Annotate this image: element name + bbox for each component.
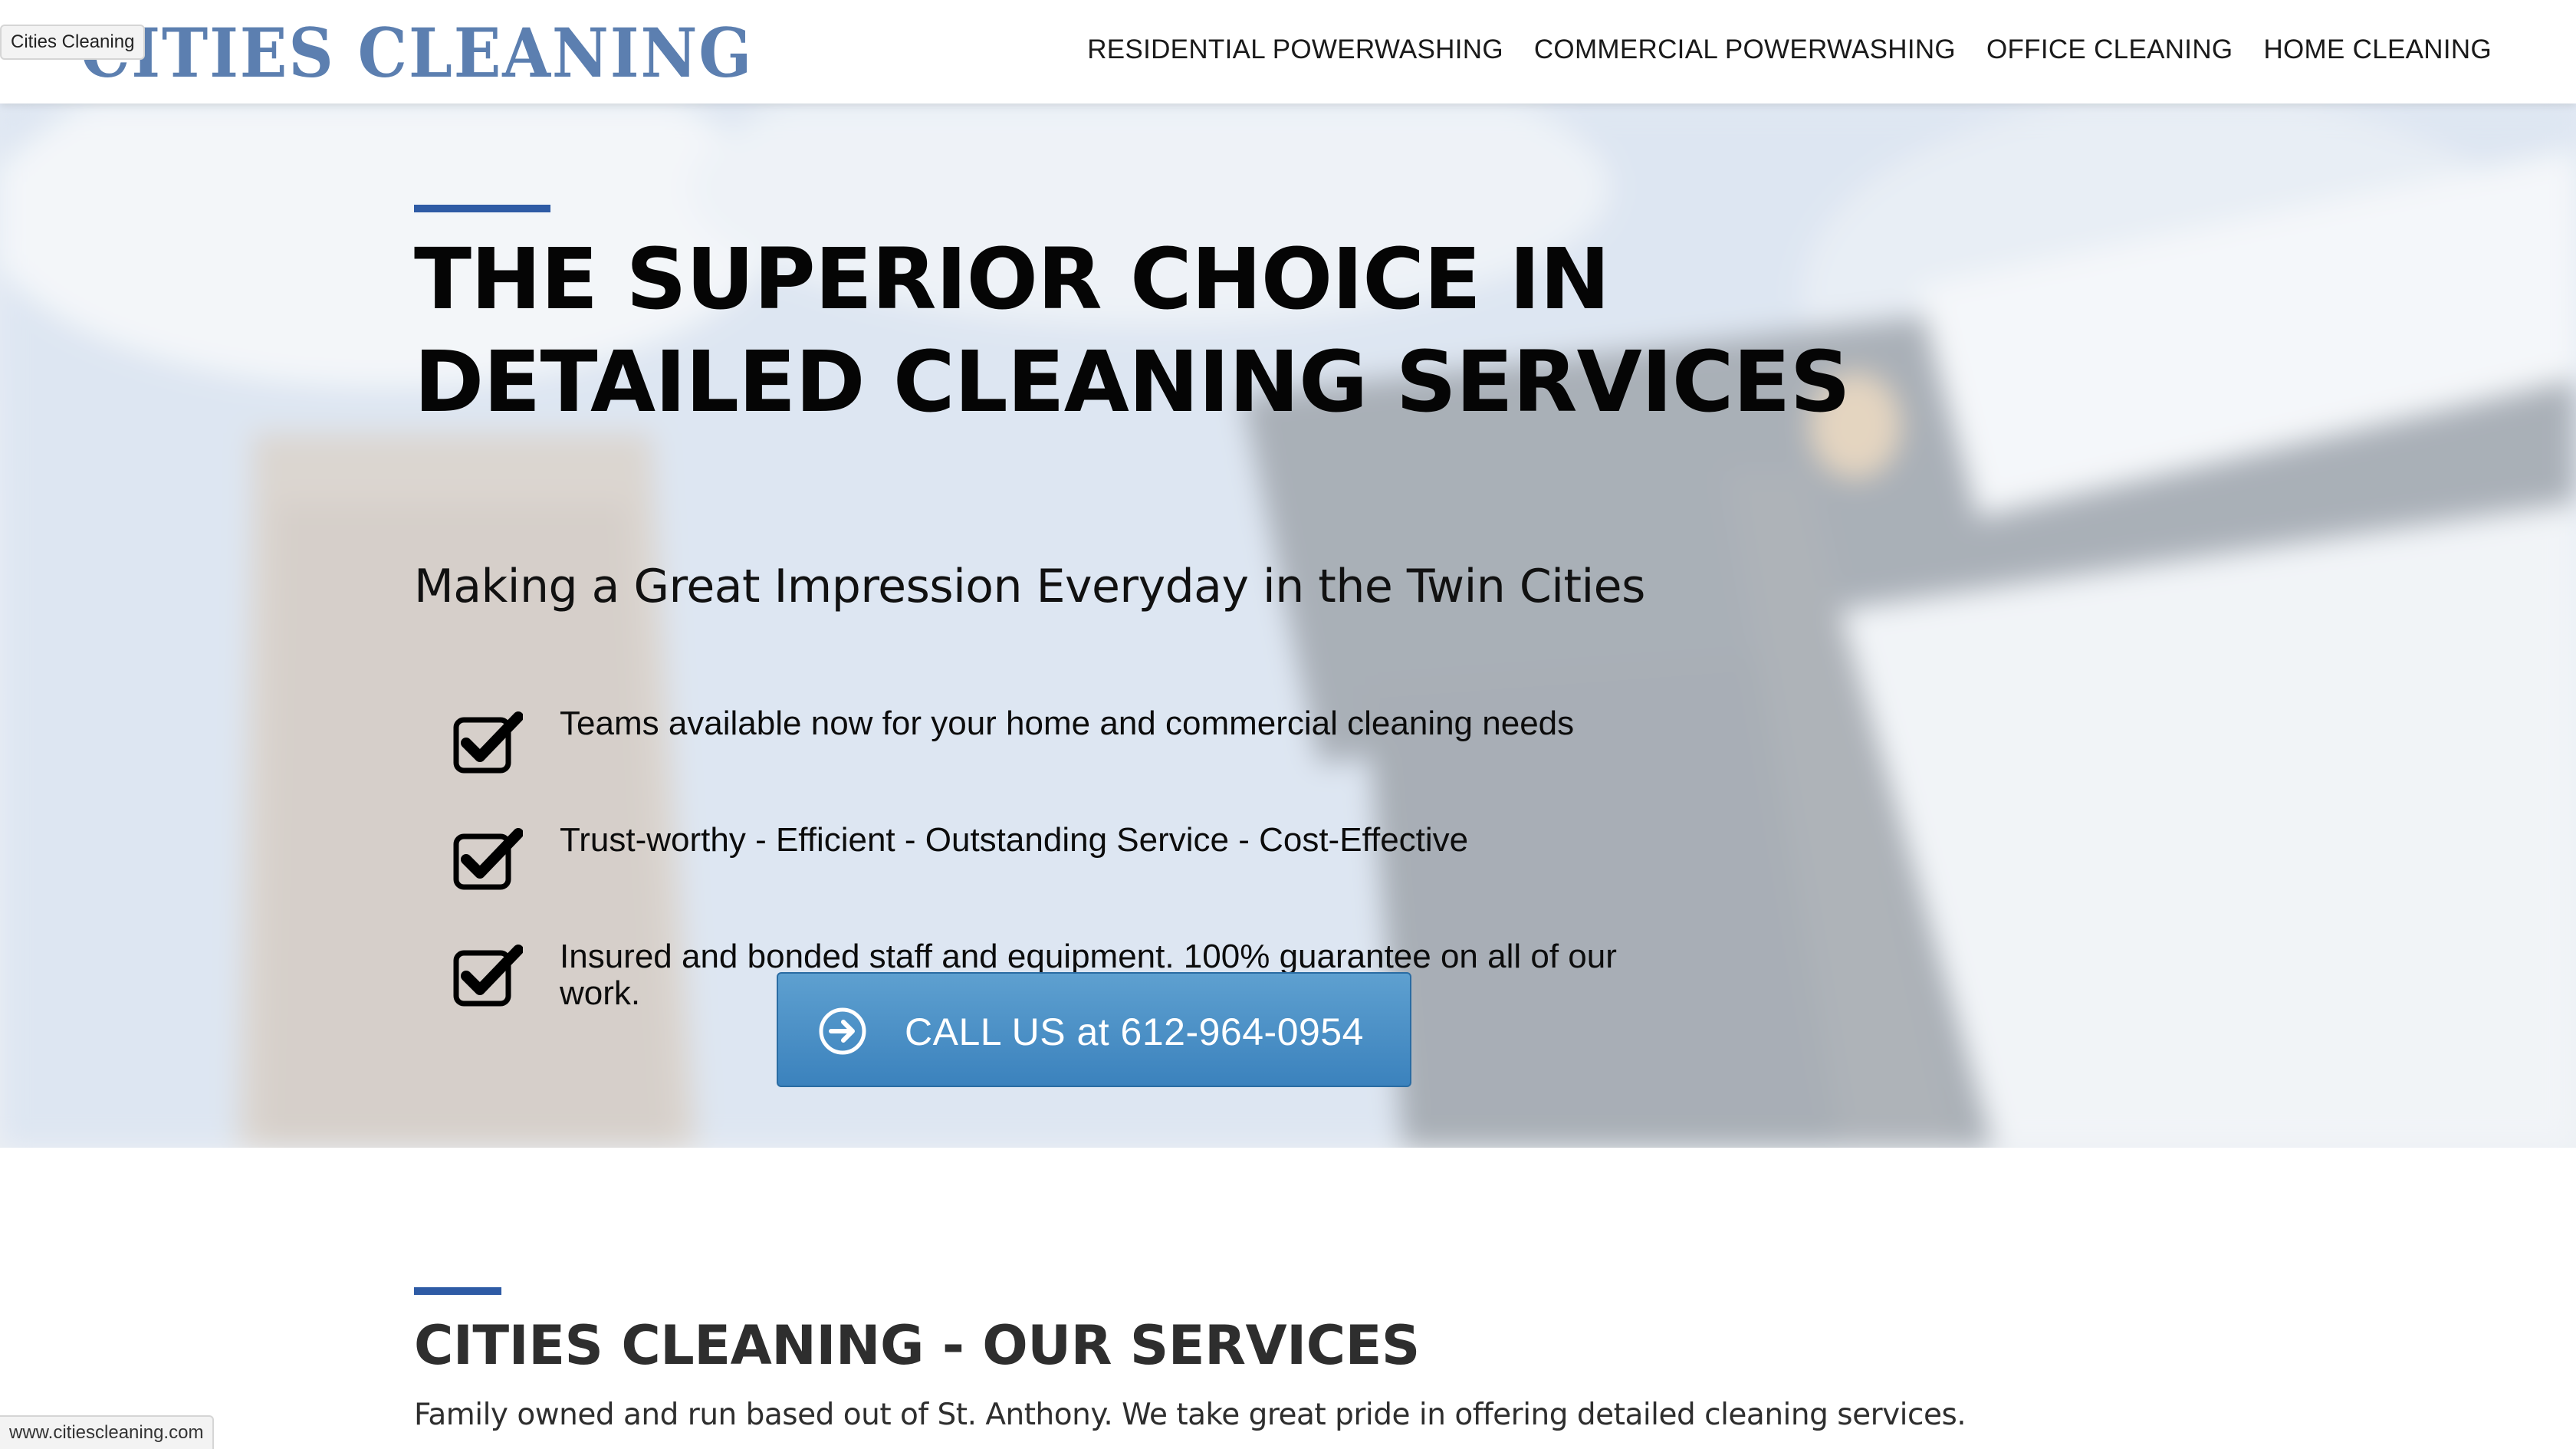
- nav-office-cleaning[interactable]: OFFICE CLEANING: [1986, 31, 2233, 69]
- hero-section: THE SUPERIOR CHOICE IN DETAILED CLEANING…: [0, 104, 2576, 1148]
- feature-item: Trust-worthy - Efficient - Outstanding S…: [452, 822, 1694, 938]
- nav-residential-powerwashing[interactable]: RESIDENTIAL POWERWASHING: [1087, 31, 1503, 69]
- services-title: CITIES CLEANING - OUR SERVICES: [414, 1314, 1420, 1377]
- hero-title-line-2: DETAILED CLEANING SERVICES: [414, 333, 1851, 431]
- call-us-button[interactable]: CALL US at 612-964-0954: [777, 972, 1411, 1087]
- nav-home-cleaning[interactable]: HOME CLEANING: [2263, 31, 2492, 69]
- feature-text: Trust-worthy - Efficient - Outstanding S…: [560, 821, 1469, 859]
- feature-item: Teams available now for your home and co…: [452, 705, 1694, 822]
- browser-tooltip: Cities Cleaning: [0, 25, 146, 60]
- site-logo[interactable]: CITIES CLEANING: [80, 11, 753, 95]
- checkbox-checked-icon: [453, 711, 523, 774]
- site-header: CITIES CLEANING RESIDENTIAL POWERWASHING…: [0, 0, 2576, 104]
- call-us-label: CALL US at 612-964-0954: [905, 1010, 1364, 1053]
- services-accent-bar: [414, 1287, 501, 1295]
- main-nav: RESIDENTIAL POWERWASHING COMMERCIAL POWE…: [1087, 31, 2492, 69]
- arrow-circle-right-icon: [819, 1007, 866, 1055]
- hero-subtitle: Making a Great Impression Everyday in th…: [414, 560, 1645, 613]
- hero-title-line-1: THE SUPERIOR CHOICE IN: [414, 230, 1610, 328]
- hero-accent-bar: [414, 205, 550, 212]
- services-description: Family owned and run based out of St. An…: [414, 1398, 1967, 1432]
- nav-commercial-powerwashing[interactable]: COMMERCIAL POWERWASHING: [1534, 31, 1956, 69]
- checkbox-checked-icon: [453, 828, 523, 890]
- feature-text: Teams available now for your home and co…: [560, 705, 1575, 742]
- hero-title: THE SUPERIOR CHOICE IN DETAILED CLEANING…: [414, 228, 1947, 433]
- browser-status-url: www.citiescleaning.com: [0, 1415, 215, 1449]
- checkbox-checked-icon: [453, 945, 523, 1007]
